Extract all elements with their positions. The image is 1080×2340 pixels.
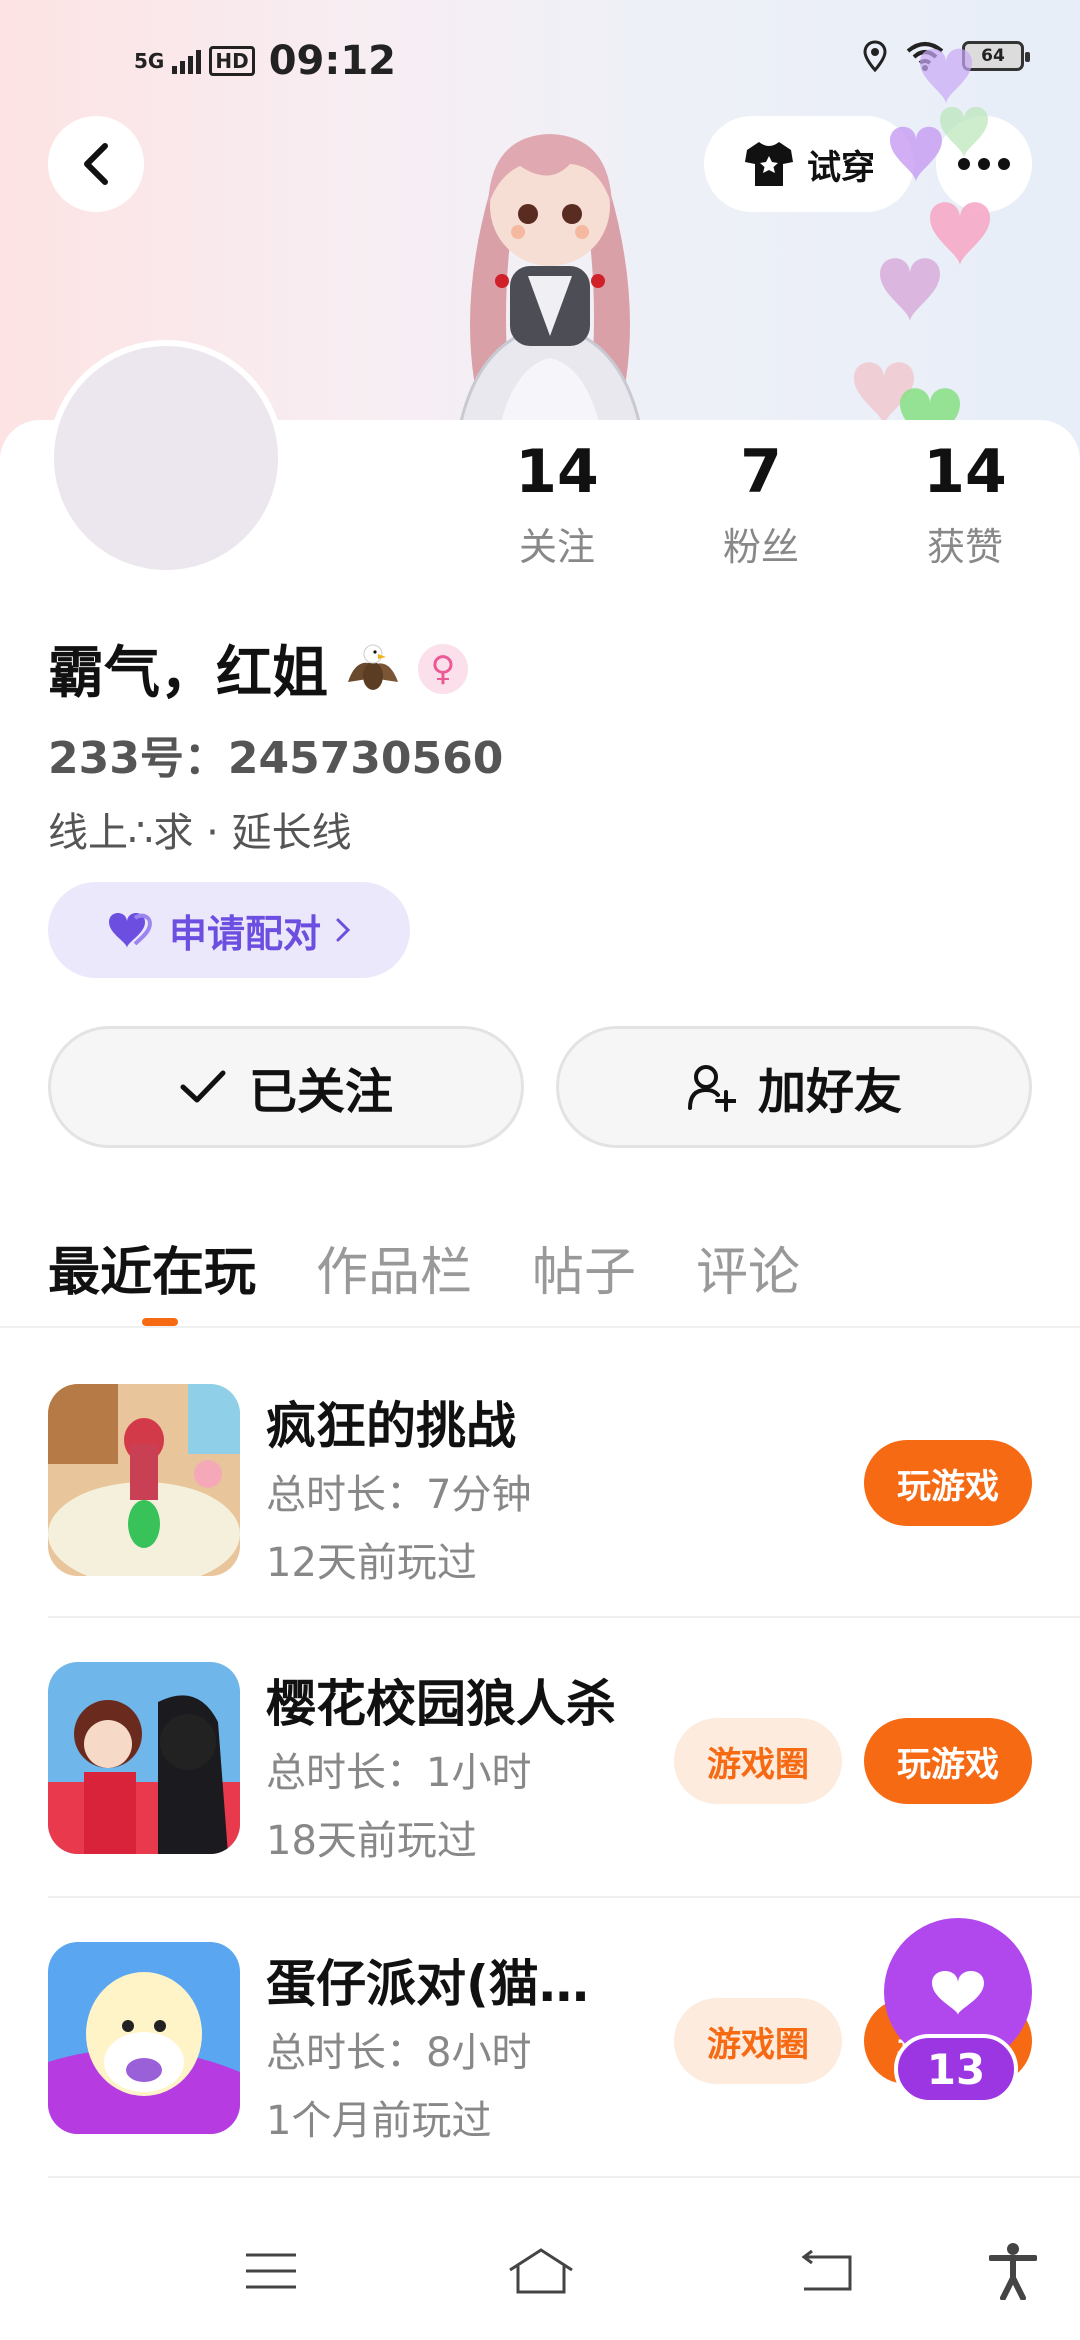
system-nav-bar <box>0 2200 1080 2340</box>
eagle-icon <box>348 644 398 690</box>
game-icon-crazy-challenge <box>48 1384 240 1576</box>
signal-icon <box>172 48 202 74</box>
character-illustration <box>458 134 642 426</box>
game-duration: 总时长：7分钟 <box>266 1472 532 1518</box>
game-icon-sakura-werewolf <box>48 1662 240 1854</box>
game-circle-button[interactable]: 游戏圈 <box>674 1718 842 1804</box>
game-title: 蛋仔派对(猫… <box>266 1955 589 2013</box>
game-last-played: 1个月前玩过 <box>266 2098 492 2144</box>
heart-icon <box>932 1971 984 2015</box>
game-title: 樱花校园狼人杀 <box>266 1675 616 1733</box>
following-count: 14 <box>515 437 599 507</box>
likes-label: 获赞 <box>926 525 1003 569</box>
game-duration: 总时长：1小时 <box>266 1750 532 1796</box>
apply-match-button[interactable]: 申请配对 <box>48 882 410 978</box>
location-icon <box>863 40 887 72</box>
network-type: 5G <box>134 49 165 73</box>
game-circle-button[interactable]: 游戏圈 <box>674 1998 842 2084</box>
back-button[interactable] <box>48 116 144 212</box>
accessibility-icon[interactable] <box>978 2236 1048 2306</box>
more-button[interactable] <box>936 116 1032 212</box>
stat-likes[interactable]: 14 获赞 <box>880 436 1050 571</box>
fans-label: 粉丝 <box>722 525 799 569</box>
status-time: 09:12 <box>268 38 397 84</box>
back-icon <box>84 143 108 185</box>
fans-count: 7 <box>740 437 782 507</box>
user-name: 霸气，红姐 <box>48 641 328 706</box>
hd-badge: HD <box>209 46 255 76</box>
play-game-button[interactable]: 玩游戏 <box>864 1718 1032 1804</box>
tab-comments[interactable]: 评论 <box>696 1230 800 1305</box>
floating-like-button[interactable]: 13 <box>884 1918 1032 2114</box>
following-label: 关注 <box>518 525 595 569</box>
apply-match-label: 申请配对 <box>168 911 321 956</box>
followed-label: 已关注 <box>248 1064 393 1120</box>
add-friend-label: 加好友 <box>757 1064 902 1120</box>
likes-count: 14 <box>923 437 1007 507</box>
home-icon[interactable] <box>506 2236 576 2306</box>
try-on-label: 试穿 <box>807 147 875 188</box>
tab-works[interactable]: 作品栏 <box>316 1230 472 1305</box>
back-nav-icon[interactable] <box>790 2236 860 2306</box>
tab-posts[interactable]: 帖子 <box>532 1230 636 1305</box>
game-title: 疯狂的挑战 <box>266 1397 516 1455</box>
tab-divider <box>0 1326 1080 1328</box>
add-friend-button[interactable]: 加好友 <box>556 1026 1032 1148</box>
check-icon <box>180 1070 226 1103</box>
female-gender-icon: ♀ <box>418 643 468 694</box>
like-count: 13 <box>894 2034 1018 2104</box>
add-user-icon <box>687 1065 736 1112</box>
tab-recent-play[interactable]: 最近在玩 <box>48 1230 256 1305</box>
stat-following[interactable]: 14 关注 <box>472 436 642 571</box>
row-divider <box>48 1896 1080 1898</box>
game-duration: 总时长：8小时 <box>266 2030 532 2076</box>
row-divider <box>48 1616 1080 1618</box>
shirt-icon <box>745 142 793 186</box>
user-name-row: 霸气，红姐 ♀ <box>48 628 468 709</box>
followed-button[interactable]: 已关注 <box>48 1026 524 1148</box>
try-on-button[interactable]: 试穿 <box>704 116 914 212</box>
game-last-played: 18天前玩过 <box>266 1818 477 1864</box>
avatar[interactable] <box>48 340 284 576</box>
menu-icon[interactable] <box>236 2236 306 2306</box>
battery-level: 64 <box>981 46 1005 66</box>
game-list-item[interactable]: 樱花校园狼人杀 总时长：1小时 18天前玩过 游戏圈 玩游戏 <box>48 1662 1032 1942</box>
wifi-icon <box>906 42 944 71</box>
game-list-item[interactable]: 疯狂的挑战 总时长：7分钟 12天前玩过 玩游戏 <box>48 1384 1032 1664</box>
user-id: 233号：245730560 <box>48 733 504 784</box>
game-icon-eggy-party <box>48 1942 240 2134</box>
user-signature: 线上∴求 · 延长线 <box>48 810 352 856</box>
row-divider <box>48 2176 1080 2178</box>
play-game-button[interactable]: 玩游戏 <box>864 1440 1032 1526</box>
heart-pair-icon <box>108 913 152 948</box>
stat-fans[interactable]: 7 粉丝 <box>676 436 846 571</box>
battery-icon: 64 <box>962 41 1030 71</box>
tab-indicator <box>142 1318 178 1326</box>
game-last-played: 12天前玩过 <box>266 1540 477 1586</box>
chevron-right-icon <box>336 918 351 942</box>
profile-tabs: 最近在玩 作品栏 帖子 评论 <box>48 1230 800 1305</box>
more-icon <box>958 158 1010 170</box>
